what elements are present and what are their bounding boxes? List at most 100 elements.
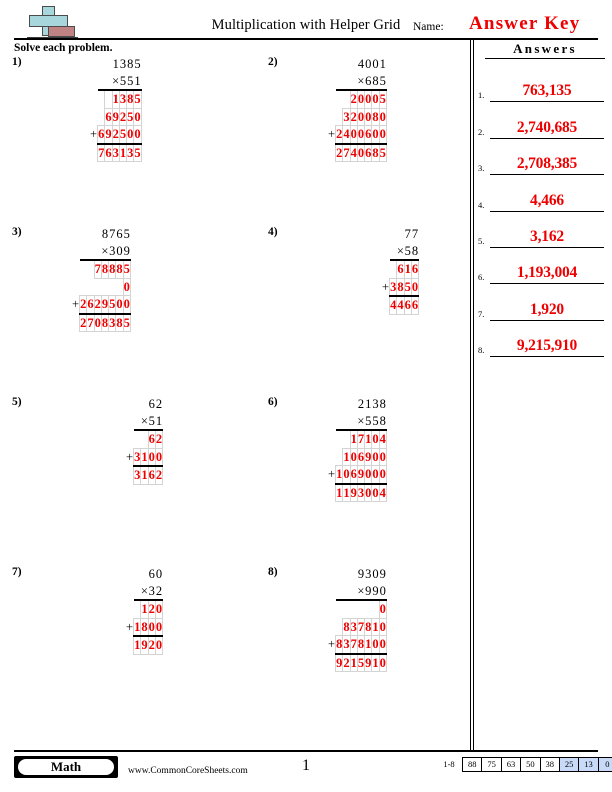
partial-product-digit: 1 — [364, 429, 373, 449]
spacer-cell — [80, 226, 87, 243]
partial-product-digit: 0 — [378, 465, 387, 484]
partial-product-digit: 7 — [349, 635, 358, 654]
problems-area: 1) 1 3 8 5 × 5 5 1 1 3 8 5 6 9 2 5 0 +6 9 2 5 0 0 7 6 3 1 3 5 2) 4 0 0 1 × 6… — [0, 56, 470, 746]
multiplier-digit: 5 — [148, 413, 155, 428]
product-total-row: 3162 — [126, 465, 164, 485]
partial-product-digit: 0 — [356, 125, 366, 144]
multiplier-digit: 9 — [123, 243, 130, 258]
spacer-cell — [86, 259, 95, 278]
operator-spacer — [126, 636, 134, 654]
long-multiplication-work: 4 0 0 1 × 6 8 5 2 0 0 0 5 3 2 0 0 8 0 +2 4 0 0 6 0 0 2 7 4 0 6 8 5 — [328, 56, 387, 162]
partial-product-digit: 5 — [403, 277, 412, 297]
answer-index: 7. — [478, 308, 485, 319]
partial-product-digit: 7 — [356, 429, 366, 449]
spacer-cell — [343, 413, 350, 431]
spacer-cell — [87, 243, 94, 261]
partial-product-digit: 0 — [342, 465, 351, 484]
spacer-cell — [336, 413, 343, 431]
page-header: Multiplication with Helper Grid Name: An… — [0, 0, 612, 41]
partial-product-digit: 6 — [97, 125, 106, 144]
plus-operator-symbol: + — [328, 467, 336, 482]
multiplicand-row: 8765 — [72, 226, 130, 243]
partial-product-digit: 1 — [349, 429, 358, 449]
spacer-cell — [94, 243, 101, 261]
spacer-cell — [140, 429, 149, 448]
product-digit: 4 — [349, 142, 358, 162]
product-digit: 6 — [364, 142, 373, 162]
answer-row: 5. 3,162 — [476, 212, 608, 248]
answers-column-divider — [470, 38, 474, 750]
spacer-cell — [101, 278, 108, 296]
footer-divider-rule — [14, 750, 598, 752]
multiplication-grid: 8 7 6 5 × 3 0 9 7 8 8 8 5 0 +2 6 2 9 5 0 0 2 7 0 8 3 8 5 — [72, 226, 131, 332]
product-digit: 5 — [356, 652, 366, 672]
grading-scale-box: 38 — [539, 757, 559, 772]
partial-product-row: +3 1 0 0 — [126, 447, 164, 467]
partial-product-digit: 0 — [378, 617, 387, 636]
partial-product-digit: 5 — [133, 89, 142, 109]
product-digit: 0 — [371, 482, 380, 502]
spacer-cell — [357, 599, 365, 618]
partial-product-digit: 0 — [154, 617, 164, 637]
partial-product-digit: 5 — [378, 89, 387, 109]
partial-product-row: 1385 — [90, 89, 142, 109]
answer-row: 1. 763,135 — [476, 66, 608, 103]
spacer-cell — [87, 226, 94, 243]
partial-product-digit: 4 — [378, 429, 387, 449]
partial-product-digit: 2 — [349, 107, 358, 126]
product-digit: 4 — [378, 482, 387, 502]
multiplication-grid: 2 1 3 8 × 5 5 8 1 7 1 0 4 1 0 6 9 0 0 +1 0 6 9 0 0 0 1 1 9 3 0 0 4 — [328, 396, 387, 502]
spacer-cell — [336, 108, 343, 126]
multiplicand-digit: 1 — [379, 57, 386, 71]
spacer-cell — [389, 259, 397, 278]
multiplicand-digit: 1 — [365, 397, 372, 411]
multiplier-row: × 5 1 — [126, 413, 163, 431]
multiplier-digit: 9 — [365, 583, 372, 598]
product-digit: 1 — [140, 465, 149, 485]
partial-product-row: +1 0 6 9 0 0 0 — [328, 465, 387, 484]
operator-spacer — [382, 296, 390, 314]
spacer-cell — [342, 599, 351, 618]
partial-product-digit: 0 — [378, 447, 387, 466]
spacer-cell — [397, 226, 404, 243]
product-digit: 4 — [396, 295, 405, 315]
answer-value: 4,466 — [530, 191, 564, 209]
partial-product-digit: 0 — [364, 89, 373, 109]
spacer-cell — [80, 278, 87, 296]
answer-blank-line — [490, 356, 604, 358]
grading-scale: 1-8 88 75 63 50 38 25 13 0 — [436, 757, 612, 772]
product-digit: 5 — [122, 312, 131, 332]
partial-product-row: 320080 — [328, 107, 387, 126]
operator-spacer — [328, 56, 336, 73]
multiplicand-digit: 9 — [379, 567, 386, 581]
partial-product-digit: 8 — [108, 259, 117, 279]
answer-row: 6. 1,193,004 — [476, 248, 608, 285]
product-total-row: 1920 — [126, 635, 164, 655]
partial-product-digit: 8 — [140, 617, 149, 637]
partial-product-digit: 1 — [371, 617, 380, 636]
partial-product-row: 69250 — [90, 107, 142, 126]
partial-product-digit: 2 — [335, 125, 344, 144]
answer-row: 7. 1,920 — [476, 284, 608, 321]
answer-index: 8. — [478, 345, 485, 356]
partial-product-digit: 1 — [133, 617, 142, 637]
partial-product-row: +6 9 2 5 0 0 — [90, 125, 142, 144]
multiplication-grid: 4 0 0 1 × 6 8 5 2 0 0 0 5 3 2 0 0 8 0 +2 4 0 0 6 0 0 2 7 4 0 6 8 5 — [328, 56, 387, 162]
multiplier-digit: 3 — [148, 583, 155, 598]
spacer-cell — [350, 56, 357, 73]
long-multiplication-work: 9 3 0 9 × 9 9 0 0 8 3 7 8 1 0 +8 3 7 8 1 0 0 9 2 1 5 9 1 0 — [328, 566, 387, 672]
partial-product-digit: 5 — [118, 125, 128, 144]
partial-product-digit: 0 — [371, 125, 380, 144]
partial-product-digit: 6 — [356, 447, 366, 466]
multiply-operator-cell: × — [357, 583, 365, 598]
partial-product-digit: 0 — [371, 89, 380, 109]
partial-product-digit: 0 — [371, 465, 380, 484]
product-digit: 1 — [118, 142, 128, 162]
partial-product-digit: 8 — [356, 635, 366, 654]
multiplier-digit: 1 — [155, 413, 163, 428]
spacer-cell — [98, 56, 105, 73]
multiplication-grid: 1 3 8 5 × 5 5 1 1 3 8 5 6 9 2 5 0 +6 9 2 5 0 0 7 6 3 1 3 5 — [90, 56, 142, 162]
partial-product-digit: 1 — [140, 447, 149, 467]
multiplier-digit: 6 — [365, 73, 372, 88]
answers-column: 1. 763,135 2. 2,740,685 3. 2,708,385 4. 4,466 5.… — [476, 66, 608, 358]
